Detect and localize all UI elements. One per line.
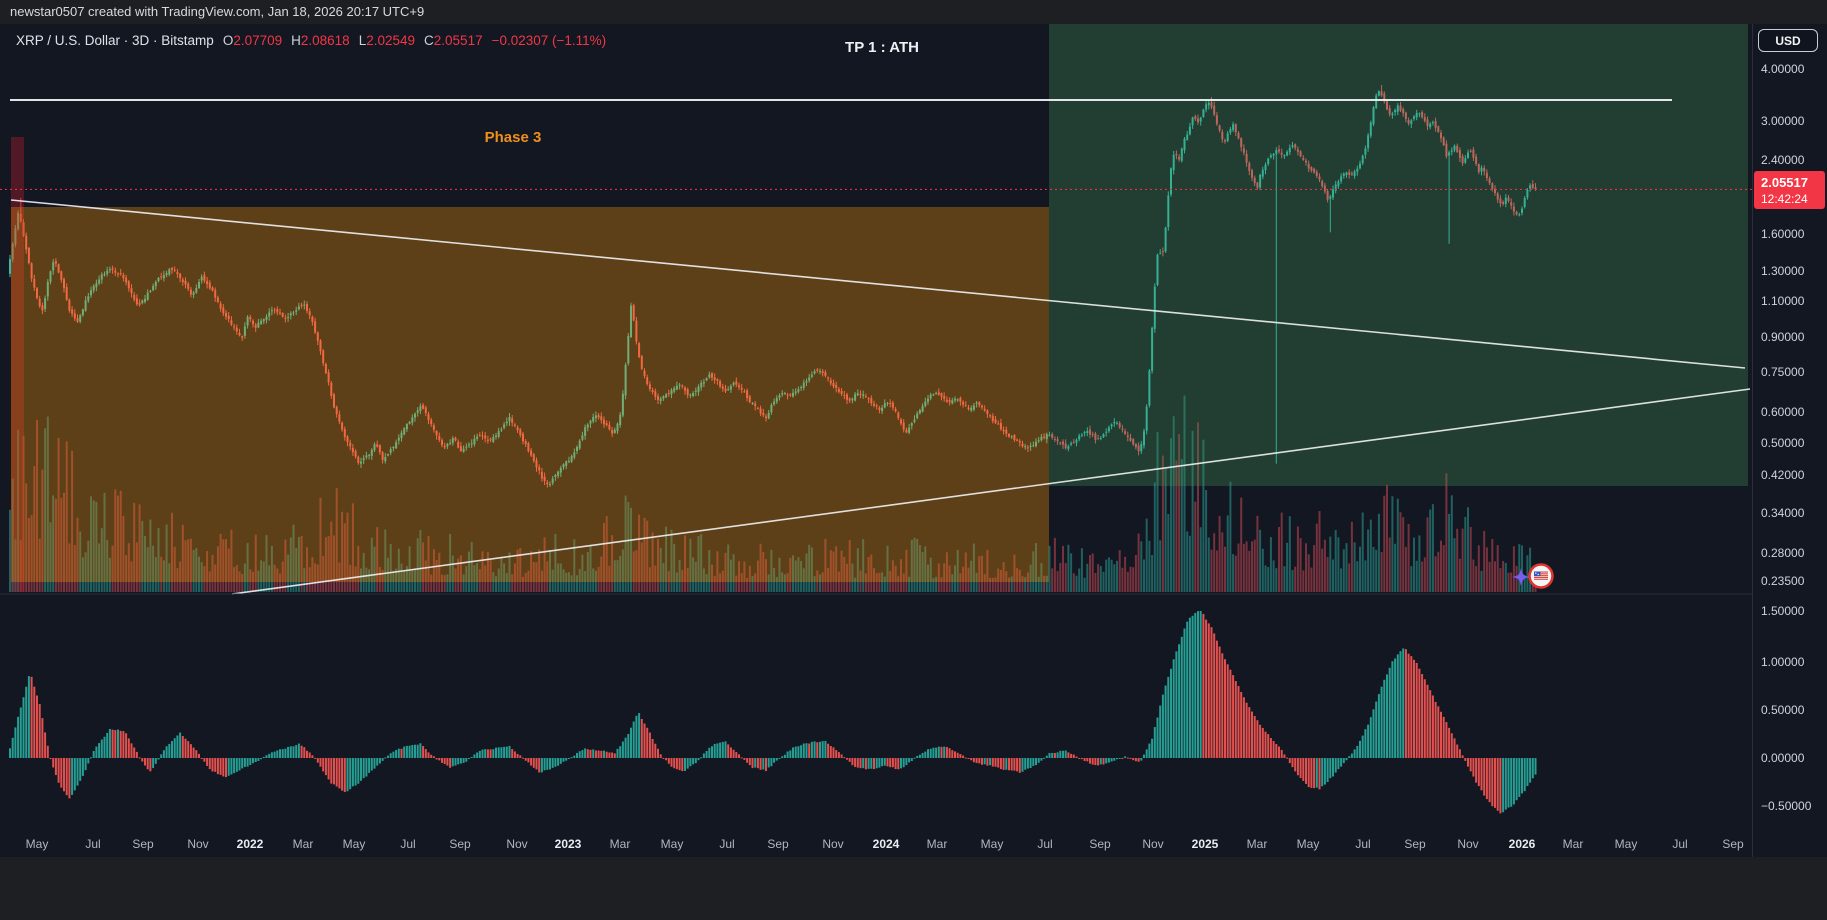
time-axis-month-label: Jul [386, 837, 430, 851]
ohlc-label: H [291, 33, 301, 48]
ohlc-value: 2.07709 [233, 33, 282, 48]
ohlc-values: O2.07709H2.08618L2.02549C2.05517 [214, 33, 483, 48]
time-axis-month-label: Jul [71, 837, 115, 851]
time-axis-month-label: Sep [1078, 837, 1122, 851]
time-axis-month-label: May [1286, 837, 1330, 851]
event-markers-layer [1512, 565, 1553, 588]
time-axis-month-label: Sep [1711, 837, 1755, 851]
price-change: −0.02307 (−1.11%) [492, 33, 607, 48]
watermark-bar: newstar0507 created with TradingView.com… [0, 0, 1827, 24]
time-axis-month-label: May [15, 837, 59, 851]
time-axis-year-label: 2022 [228, 837, 272, 851]
separators-layer [0, 594, 1827, 833]
macd-axis-label: 0.00000 [1761, 750, 1804, 766]
time-axis-month-label: Nov [1446, 837, 1490, 851]
price-axis-label: 0.60000 [1761, 404, 1804, 420]
currency-usd-button[interactable]: USD [1758, 29, 1818, 52]
orange-phase3-zone-box[interactable] [11, 207, 1049, 582]
phase-annotation-text[interactable]: Phase 3 [485, 129, 542, 146]
tp-annotation-text[interactable]: TP 1 : ATH [845, 39, 919, 56]
time-axis-month-label: Sep [438, 837, 482, 851]
time-axis-month-label: Mar [1235, 837, 1279, 851]
price-axis-label: 0.23500 [1761, 573, 1804, 589]
time-axis-month-label: May [332, 837, 376, 851]
time-axis[interactable]: May Jul Sep Nov 2022 Mar May Jul Sep Nov 2023 Mar Ma… [0, 832, 1752, 857]
ohlc-label: O [223, 33, 234, 48]
macd-histogram-layer [9, 611, 1537, 813]
price-axis-label: 1.10000 [1761, 293, 1804, 309]
ohlc-value: 2.05517 [434, 33, 483, 48]
macd-axis-label: 0.50000 [1761, 702, 1804, 718]
time-axis-year-label: 2024 [864, 837, 908, 851]
price-axis-label: 1.30000 [1761, 263, 1804, 279]
bottom-bar: TradingView [0, 857, 1827, 920]
time-axis-month-label: Sep [121, 837, 165, 851]
price-axis-label: 4.00000 [1761, 61, 1804, 77]
ohlc-label: C [424, 33, 434, 48]
price-axis-label: 3.00000 [1761, 113, 1804, 129]
price-axis-label: 0.90000 [1761, 329, 1804, 345]
time-axis-month-label: Jul [1658, 837, 1702, 851]
symbol-title: XRP / U.S. Dollar · 3D · Bitstamp [16, 33, 214, 48]
time-axis-month-label: Nov [1131, 837, 1175, 851]
price-axis-label: 0.34000 [1761, 505, 1804, 521]
time-axis-month-label: Mar [598, 837, 642, 851]
price-axis-label: 0.42000 [1761, 467, 1804, 483]
green-zone-box[interactable] [1049, 24, 1748, 486]
price-axis-label: 0.28000 [1761, 545, 1804, 561]
last-price-label: 2.05517 12:42:24 [1754, 171, 1825, 209]
price-axis-label: 2.40000 [1761, 152, 1804, 168]
time-axis-month-label: Mar [915, 837, 959, 851]
time-axis-month-label: Mar [281, 837, 325, 851]
time-axis-month-label: Nov [495, 837, 539, 851]
time-axis-month-label: May [650, 837, 694, 851]
time-axis-month-label: May [1604, 837, 1648, 851]
macd-axis-label: 1.50000 [1761, 603, 1804, 619]
us-flag-marker-icon[interactable] [1530, 565, 1553, 588]
time-axis-month-label: Nov [176, 837, 220, 851]
time-axis-month-label: Nov [811, 837, 855, 851]
chart-canvas[interactable] [0, 0, 1827, 920]
symbol-info-bar[interactable]: XRP / U.S. Dollar · 3D · Bitstamp O2.0770… [16, 33, 606, 48]
bar-countdown: 12:42:24 [1761, 191, 1825, 208]
last-price-value: 2.05517 [1761, 174, 1825, 191]
ohlc-value: 2.02549 [366, 33, 415, 48]
time-axis-month-label: Sep [756, 837, 800, 851]
time-axis-month-label: Mar [1551, 837, 1595, 851]
time-axis-year-label: 2025 [1183, 837, 1227, 851]
time-axis-month-label: Jul [705, 837, 749, 851]
time-axis-month-label: Sep [1393, 837, 1437, 851]
price-axis-label: 0.50000 [1761, 435, 1804, 451]
macd-axis-label: 1.00000 [1761, 654, 1804, 670]
time-axis-month-label: May [970, 837, 1014, 851]
price-axis-label: 1.60000 [1761, 226, 1804, 242]
watermark-text: newstar0507 created with TradingView.com… [10, 4, 424, 19]
price-axis-label: 0.75000 [1761, 364, 1804, 380]
time-axis-year-label: 2023 [546, 837, 590, 851]
ohlc-value: 2.08618 [301, 33, 350, 48]
price-axis[interactable]: USD 2.05517 12:42:24 4.00000 3.00000 2.400… [1752, 24, 1827, 857]
time-axis-month-label: Jul [1341, 837, 1385, 851]
time-axis-year-label: 2026 [1500, 837, 1544, 851]
time-axis-month-label: Jul [1023, 837, 1067, 851]
tradingview-chart-window: newstar0507 created with TradingView.com… [0, 0, 1827, 920]
macd-axis-label: −0.50000 [1761, 798, 1811, 814]
